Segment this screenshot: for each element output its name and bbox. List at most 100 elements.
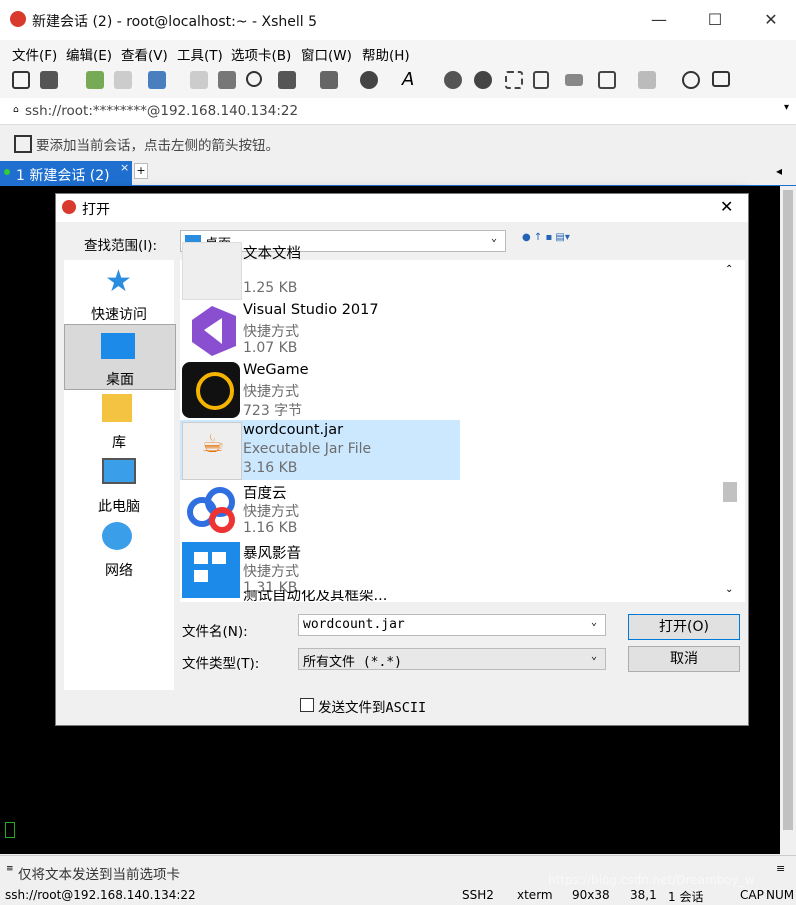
print-icon[interactable] xyxy=(278,71,296,89)
computer-icon xyxy=(102,458,136,484)
paste-icon[interactable] xyxy=(218,71,236,89)
terminal-scrollbar[interactable] xyxy=(780,186,796,854)
fullscreen-icon[interactable] xyxy=(505,71,523,89)
disconnect-icon[interactable] xyxy=(114,71,132,89)
terminal-line: put: ` xyxy=(5,685,42,700)
xagent-icon[interactable] xyxy=(474,71,492,89)
filetype-value: 所有文件 (*.*) xyxy=(303,655,402,670)
terminal-line: comman xyxy=(5,600,62,615)
xftp-icon[interactable] xyxy=(444,71,462,89)
address-dropdown-icon[interactable]: ▾ xyxy=(784,102,789,113)
terminal-line: -conf xyxy=(5,379,42,394)
compose-menu-icon[interactable]: ≡ xyxy=(6,864,14,874)
file-item[interactable]: WeGame 快捷方式 723 字节 xyxy=(180,360,460,420)
address-bar[interactable]: ⌂ ssh://root:********@192.168.140.134:22… xyxy=(0,98,796,125)
lock-icon[interactable] xyxy=(533,71,549,89)
lookin-label: 查找范围(I): xyxy=(84,238,158,254)
font-icon[interactable]: A xyxy=(402,69,420,90)
star-icon: ★ xyxy=(105,264,132,299)
place-quick-access[interactable]: ★ 快速访问 xyxy=(64,260,174,324)
status-sessions: 1 会话 xyxy=(668,890,704,904)
terminal-line: -files xyxy=(5,464,37,479)
open-folder-icon[interactable] xyxy=(40,71,58,89)
scroll-down-icon[interactable]: ⌄ xyxy=(725,584,733,595)
terminal-scroll-thumb[interactable] xyxy=(783,190,793,830)
file-list-scroll-thumb[interactable] xyxy=(723,482,737,502)
menu-tools[interactable]: 工具(T) xyxy=(177,44,223,64)
file-item[interactable]: Visual Studio 2017 快捷方式 1.07 KB xyxy=(180,300,460,360)
tab-close-icon[interactable]: × xyxy=(120,161,129,174)
title-bar: 新建会话 (2) - root@localhost:~ - Xshell 5 —… xyxy=(0,0,796,40)
file-item[interactable]: 文本文档 1.25 KB xyxy=(180,240,460,300)
terminal-line: -archi xyxy=(5,532,42,547)
lock-small-icon: ⌂ xyxy=(13,105,19,115)
ascii-checkbox[interactable] xyxy=(300,698,314,712)
compose-hint: 仅将文本发送到当前选项卡 xyxy=(18,867,180,883)
status-connection: ssh://root@192.168.140.134:22 xyxy=(5,888,196,902)
address-text: ssh://root:********@192.168.140.134:22 xyxy=(25,103,299,119)
terminal-fragment: chi xyxy=(749,532,768,547)
menu-help[interactable]: 帮助(H) xyxy=(362,44,410,64)
filetype-select[interactable]: 所有文件 (*.*) ⌄ xyxy=(298,648,606,670)
file-list-scrollbar[interactable]: ⌃ ⌄ xyxy=(721,260,739,602)
terminal-line: drwxr-xr-x - root supergroup 0 2019-01-0… xyxy=(5,736,410,751)
close-button[interactable]: ✕ xyxy=(756,6,786,34)
add-session-arrow-icon[interactable] xyxy=(14,135,32,153)
cancel-button[interactable]: 取消 xyxy=(628,646,740,672)
tab-scroll-left-icon[interactable]: ◂ xyxy=(776,164,782,178)
desktop-icon xyxy=(101,333,135,359)
terminal-line: [root@ xyxy=(5,634,50,649)
filetype-dropdown-icon[interactable]: ⌄ xyxy=(591,651,597,662)
filename-input[interactable]: wordcount.jar ⌄ xyxy=(298,614,606,636)
wegame-icon xyxy=(182,362,240,418)
filename-label: 文件名(N): xyxy=(182,624,248,640)
open-button[interactable]: 打开(O) xyxy=(628,614,740,640)
minimize-button[interactable]: — xyxy=(644,6,674,34)
tab-session[interactable]: 1 新建会话 (2) × xyxy=(0,161,132,185)
menu-window[interactable]: 窗口(W) xyxy=(301,44,352,64)
layout-icon[interactable] xyxy=(638,71,656,89)
file-item-selected[interactable]: ☕ wordcount.jar Executable Jar File 3.16… xyxy=(180,420,460,480)
xshell-logo-icon xyxy=(10,11,26,27)
dialog-close-button[interactable]: ✕ xyxy=(720,197,733,216)
keyboard-icon[interactable] xyxy=(565,74,583,86)
file-item[interactable]: 测试自动化及其框架... xyxy=(180,590,460,602)
text-document-icon xyxy=(182,242,242,300)
dialog-title-bar: 打开 ✕ xyxy=(56,194,748,222)
place-this-pc[interactable]: 此电脑 xyxy=(64,452,174,516)
terminal-line: Generi xyxy=(5,362,49,377)
place-libraries[interactable]: 库 xyxy=(64,388,174,452)
library-icon xyxy=(102,394,132,422)
file-list[interactable]: 文本文档 1.25 KB Visual Studio 2017 快捷方式 1.0… xyxy=(180,242,745,602)
file-item[interactable]: 百度云 快捷方式 1.16 KB xyxy=(180,480,460,540)
menu-tabs[interactable]: 选项卡(B) xyxy=(231,44,291,64)
place-network[interactable]: 网络 xyxy=(64,516,174,580)
new-session-icon[interactable] xyxy=(12,71,30,89)
java-jar-icon: ☕ xyxy=(182,422,242,480)
add-tab-button[interactable]: + xyxy=(134,163,148,179)
menu-view[interactable]: 查看(V) xyxy=(121,44,168,64)
maximize-button[interactable]: ☐ xyxy=(700,6,730,34)
terminal-line: -rw-r--r-- 1 root supergroup 1211 2019-0… xyxy=(5,753,520,768)
place-desktop[interactable]: 桌面 xyxy=(64,324,176,390)
chat-icon[interactable] xyxy=(712,71,730,87)
connect-icon[interactable] xyxy=(86,71,104,89)
find-icon[interactable] xyxy=(246,71,262,87)
transfer-icon[interactable] xyxy=(320,71,338,89)
help-icon[interactable] xyxy=(682,71,700,89)
status-protocol: SSH2 xyxy=(462,888,494,902)
nav-toolbar-icons[interactable]: ● ↑ ▪ ▤▾ xyxy=(522,232,570,243)
copy-icon[interactable] xyxy=(190,71,208,89)
terminal-line: efault xyxy=(5,430,43,445)
lookin-dropdown-icon: ⌄ xyxy=(491,233,498,244)
places-bar: ★ 快速访问 桌面 库 此电脑 网络 xyxy=(64,260,176,690)
filename-dropdown-icon[interactable]: ⌄ xyxy=(591,617,597,628)
compose-icon[interactable] xyxy=(598,71,616,89)
menu-file[interactable]: 文件(F) xyxy=(12,44,57,64)
compose-options-icon[interactable]: ≡ xyxy=(776,862,785,875)
globe-icon[interactable] xyxy=(360,71,378,89)
ascii-checkbox-label: 发送文件到ASCII xyxy=(318,700,427,716)
menu-edit[interactable]: 编辑(E) xyxy=(66,44,112,64)
properties-icon[interactable] xyxy=(148,71,166,89)
scroll-up-icon[interactable]: ⌃ xyxy=(725,264,733,275)
